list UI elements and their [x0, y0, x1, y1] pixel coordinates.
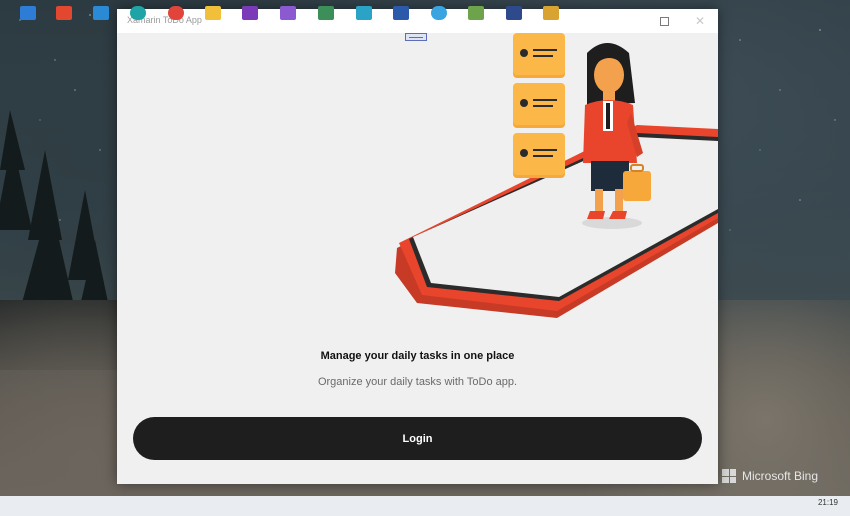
- mail-icon[interactable]: [93, 6, 109, 20]
- close-icon: ✕: [694, 14, 706, 28]
- notepad-icon[interactable]: [468, 6, 484, 20]
- edge-icon[interactable]: [130, 6, 146, 20]
- office-icon[interactable]: [56, 6, 72, 20]
- hero-illustration: [395, 33, 718, 318]
- taskbar: [0, 496, 850, 516]
- bing-watermark: Microsoft Bing: [722, 466, 818, 486]
- word-icon[interactable]: [393, 6, 409, 20]
- pen-icon[interactable]: [543, 6, 559, 20]
- bing-label: Microsoft Bing: [742, 469, 819, 483]
- note-cards: [513, 33, 565, 178]
- app-icon-2[interactable]: [356, 6, 372, 20]
- onenote-icon[interactable]: [242, 6, 258, 20]
- file-explorer-icon[interactable]: [205, 6, 221, 20]
- page-subheading: Organize your daily tasks with ToDo app.: [317, 376, 518, 388]
- app-icon[interactable]: [318, 6, 334, 20]
- close-button[interactable]: ✕: [683, 9, 717, 33]
- save-icon[interactable]: [506, 6, 522, 20]
- login-button[interactable]: Login: [133, 417, 702, 460]
- chrome-icon[interactable]: [168, 6, 184, 20]
- start-icon[interactable]: [20, 6, 36, 20]
- taskbar-clock[interactable]: 21:19: [806, 498, 850, 507]
- telegram-icon[interactable]: [431, 6, 447, 20]
- maximize-button[interactable]: [647, 9, 681, 33]
- visual-studio-icon[interactable]: [280, 6, 296, 20]
- maximize-icon: [659, 16, 669, 26]
- page-heading: Manage your daily tasks in one place: [320, 350, 515, 362]
- app-window: Xamarin ToDo App ✕ Manage your daily tas…: [117, 9, 718, 484]
- bing-logo-icon: [722, 469, 736, 483]
